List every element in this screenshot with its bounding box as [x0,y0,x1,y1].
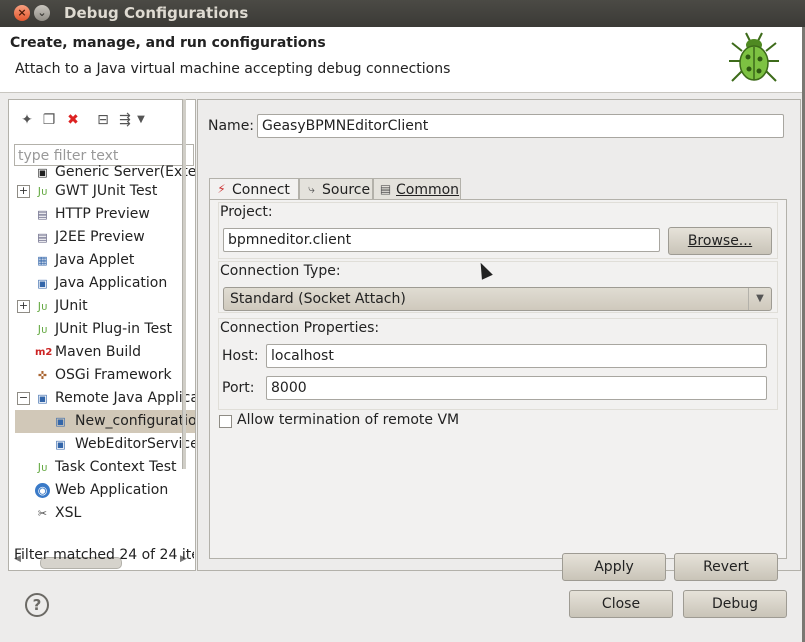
connect-icon: ⚡ [217,182,226,196]
tree-item[interactable]: + Jᴜ JUnit [9,295,195,318]
project-label: Project: [220,204,273,220]
collapse-icon[interactable]: − [17,392,30,405]
config-icon: ▣ [55,415,66,428]
java-app-icon: ▣ [37,277,48,290]
remote-java-icon: ▣ [37,392,48,405]
revert-button[interactable]: Revert [674,553,778,581]
allow-termination-label[interactable]: Allow termination of remote VM [237,412,459,428]
j2ee-icon: ▤ [37,231,48,244]
title-bar: × ⌄ Debug Configurations [0,0,805,27]
debug-bug-icon [729,32,779,82]
port-input[interactable]: 8000 [266,376,767,400]
browse-button[interactable]: Browse... [668,227,772,255]
tree-item[interactable]: ◉ Web Application [9,479,195,502]
tree-item[interactable]: ✜ OSGi Framework [9,364,195,387]
dialog: Create, manage, and run configurations A… [0,27,802,642]
tree-item[interactable]: ▣ WebEditorService [9,433,195,456]
tree-item[interactable]: Jᴜ Task Context Test [9,456,195,479]
duplicate-icon[interactable]: ❐ [41,112,57,128]
apply-button[interactable]: Apply [562,553,666,581]
tree-item[interactable]: ▣ Java Application [9,272,195,295]
name-input[interactable]: GeasyBPMNEditorClient [257,114,784,138]
source-icon: ⤷ [308,182,315,196]
help-icon[interactable]: ? [25,593,49,617]
tree-item[interactable]: − ▣ Remote Java Applicati [9,387,195,410]
dialog-header: Create, manage, and run configurations A… [0,27,802,93]
junit-icon: Jᴜ [37,185,48,198]
configuration-editor: Name: GeasyBPMNEditorClient ⚡ Connect ⤷ … [197,99,801,581]
tree-item[interactable]: m2 Maven Build [9,341,195,364]
http-icon: ▤ [37,208,48,221]
tree-item[interactable]: ▦ Java Applet [9,249,195,272]
header-subtitle: Attach to a Java virtual machine accepti… [15,61,451,77]
tab-source[interactable]: ⤷ Source [299,178,373,200]
junit-icon: Jᴜ [37,300,48,313]
xsl-icon: ✂ [37,507,48,520]
close-window-button[interactable]: × [14,5,30,21]
task-icon: Jᴜ [37,461,48,474]
maven-icon: m2 [35,347,53,358]
new-configuration-icon[interactable]: ✦ [19,112,35,128]
allow-termination-checkbox[interactable] [219,415,232,428]
tree-vertical-scrollbar[interactable] [182,99,186,469]
web-app-icon: ◉ [35,483,50,498]
config-icon: ▣ [55,438,66,451]
tab-connect[interactable]: ⚡ Connect [209,178,299,200]
tree-item[interactable]: Jᴜ JUnit Plug-in Test [9,318,195,341]
project-input[interactable]: bpmneditor.client [223,228,660,252]
connection-type-select[interactable]: Standard (Socket Attach) ▼ [223,287,772,311]
junit-plugin-icon: Jᴜ [37,323,48,336]
close-button[interactable]: Close [569,590,673,618]
tree-item[interactable]: + Jᴜ GWT JUnit Test [9,180,195,203]
filter-status-text: Filter matched 24 of 24 items [14,547,194,563]
chevron-down-icon[interactable]: ▼ [133,112,149,128]
host-label: Host: [222,348,259,364]
host-input[interactable]: localhost [266,344,767,368]
connection-properties-label: Connection Properties: [220,320,380,336]
filter-icon[interactable]: ⇶ [117,112,133,128]
minimize-window-button[interactable]: ⌄ [34,5,50,21]
expand-icon[interactable]: + [17,185,30,198]
name-label: Name: [208,118,255,134]
tab-common[interactable]: ▤ Common [373,178,461,200]
tree-item[interactable]: ▤ HTTP Preview [9,203,195,226]
header-title: Create, manage, and run configurations [10,35,326,51]
window-title: Debug Configurations [64,4,249,22]
port-label: Port: [222,380,255,396]
common-icon: ▤ [379,182,392,196]
chevron-down-icon: ▼ [748,288,771,310]
applet-icon: ▦ [37,254,48,267]
tree-item[interactable]: ▤ J2EE Preview [9,226,195,249]
collapse-all-icon[interactable]: ⊟ [95,112,111,128]
connection-type-label: Connection Type: [220,263,341,279]
configuration-tree-panel: ✦ ❐ ✖ ⊟ ⇶ ▼ type filter text ▣ Generic S… [8,99,196,571]
expand-icon[interactable]: + [17,300,30,313]
server-icon: ▣ [37,166,48,179]
delete-icon[interactable]: ✖ [65,112,81,128]
osgi-icon: ✜ [37,369,48,382]
debug-button[interactable]: Debug [683,590,787,618]
tree-item[interactable]: ✂ XSL [9,502,195,525]
connect-tab-panel: Project: bpmneditor.client Browse... Con… [209,199,787,559]
tree-item-selected[interactable]: ▣ New_configuration [15,410,195,433]
